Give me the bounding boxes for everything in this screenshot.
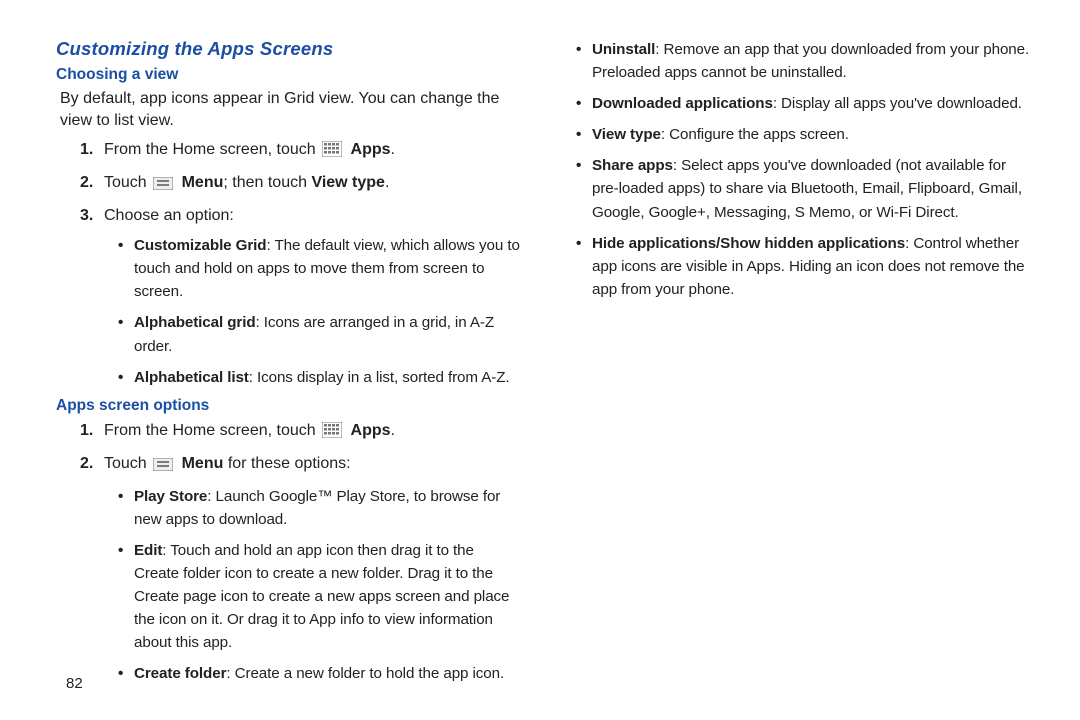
option-hide-apps: Hide applications/Show hidden applicatio… — [576, 232, 1032, 301]
view-type-label: View type — [311, 174, 385, 191]
steps-list-2: 1. From the Home screen, touch Apps. 2. … — [80, 419, 520, 479]
step-number: 2. — [80, 452, 93, 476]
menu-icon — [153, 174, 173, 198]
subsection-choosing-view: Choosing a view — [56, 66, 520, 84]
option-desc: : Icons display in a list, sorted from A… — [249, 369, 510, 386]
option-play-store: Play Store: Launch Google™ Play Store, t… — [118, 485, 520, 531]
menu-options-list-cont: Uninstall: Remove an app that you downlo… — [576, 38, 1032, 301]
apps-grid-icon — [322, 141, 342, 165]
option-term: View type — [592, 126, 661, 143]
option-desc: : Remove an app that you downloaded from… — [592, 41, 1029, 81]
option-edit: Edit: Touch and hold an app icon then dr… — [118, 539, 520, 654]
step-number: 1. — [80, 138, 93, 162]
option-downloaded: Downloaded applications: Display all app… — [576, 92, 1032, 115]
option-term: Hide applications/Show hidden applicatio… — [592, 235, 905, 252]
option-share-apps: Share apps: Select apps you've downloade… — [576, 154, 1032, 223]
step-text: . — [385, 174, 389, 191]
menu-icon — [153, 455, 173, 479]
apps-label: Apps — [351, 141, 391, 158]
step-2b: 2. Touch Menu for these options: — [80, 452, 520, 479]
step-text: From the Home screen, touch — [104, 422, 320, 439]
option-term: Downloaded applications — [592, 95, 773, 112]
option-alpha-grid: Alphabetical grid: Icons are arranged in… — [118, 311, 520, 357]
menu-label: Menu — [182, 455, 224, 472]
step-1: 1. From the Home screen, touch Apps. — [80, 138, 520, 165]
option-term: Uninstall — [592, 41, 655, 58]
manual-page: Customizing the Apps Screens Choosing a … — [0, 0, 1080, 693]
intro-paragraph: By default, app icons appear in Grid vie… — [60, 88, 520, 132]
option-uninstall: Uninstall: Remove an app that you downlo… — [576, 38, 1032, 84]
option-term: Alphabetical grid — [134, 314, 256, 331]
option-desc: : Display all apps you've downloaded. — [773, 95, 1022, 112]
step-text: ; then touch — [223, 174, 311, 191]
option-desc: : Configure the apps screen. — [661, 126, 849, 143]
option-term: Play Store — [134, 488, 207, 505]
step-text: Touch — [104, 455, 151, 472]
menu-options-list: Play Store: Launch Google™ Play Store, t… — [118, 485, 520, 686]
step-number: 3. — [80, 204, 93, 228]
steps-list: 1. From the Home screen, touch Apps. 2. … — [80, 138, 520, 228]
option-alpha-list: Alphabetical list: Icons display in a li… — [118, 366, 520, 389]
option-view-type: View type: Configure the apps screen. — [576, 123, 1032, 146]
option-term: Create folder — [134, 665, 226, 682]
option-customizable-grid: Customizable Grid: The default view, whi… — [118, 234, 520, 303]
option-list: Customizable Grid: The default view, whi… — [118, 234, 520, 389]
step-text: . — [391, 141, 395, 158]
step-3: 3. Choose an option: — [80, 204, 520, 228]
option-create-folder: Create folder: Create a new folder to ho… — [118, 662, 520, 685]
left-column: Customizing the Apps Screens Choosing a … — [56, 38, 520, 693]
menu-label: Menu — [182, 174, 224, 191]
page-number: 82 — [66, 675, 83, 692]
option-term: Customizable Grid — [134, 237, 266, 254]
option-term: Alphabetical list — [134, 369, 249, 386]
option-term: Share apps — [592, 157, 673, 174]
apps-label: Apps — [351, 422, 391, 439]
step-number: 1. — [80, 419, 93, 443]
step-2: 2. Touch Menu; then touch View type. — [80, 171, 520, 198]
step-text: . — [391, 422, 395, 439]
option-desc: : Create a new folder to hold the app ic… — [226, 665, 504, 682]
subsection-apps-options: Apps screen options — [56, 397, 520, 415]
apps-grid-icon — [322, 422, 342, 446]
option-term: Edit — [134, 542, 162, 559]
step-number: 2. — [80, 171, 93, 195]
step-text: Choose an option: — [104, 207, 234, 224]
step-text: Touch — [104, 174, 151, 191]
step-text: for these options: — [223, 455, 350, 472]
right-column: Uninstall: Remove an app that you downlo… — [568, 38, 1032, 693]
step-1b: 1. From the Home screen, touch Apps. — [80, 419, 520, 446]
option-desc: : Touch and hold an app icon then drag i… — [134, 542, 509, 651]
step-text: From the Home screen, touch — [104, 141, 320, 158]
section-title: Customizing the Apps Screens — [56, 38, 520, 60]
